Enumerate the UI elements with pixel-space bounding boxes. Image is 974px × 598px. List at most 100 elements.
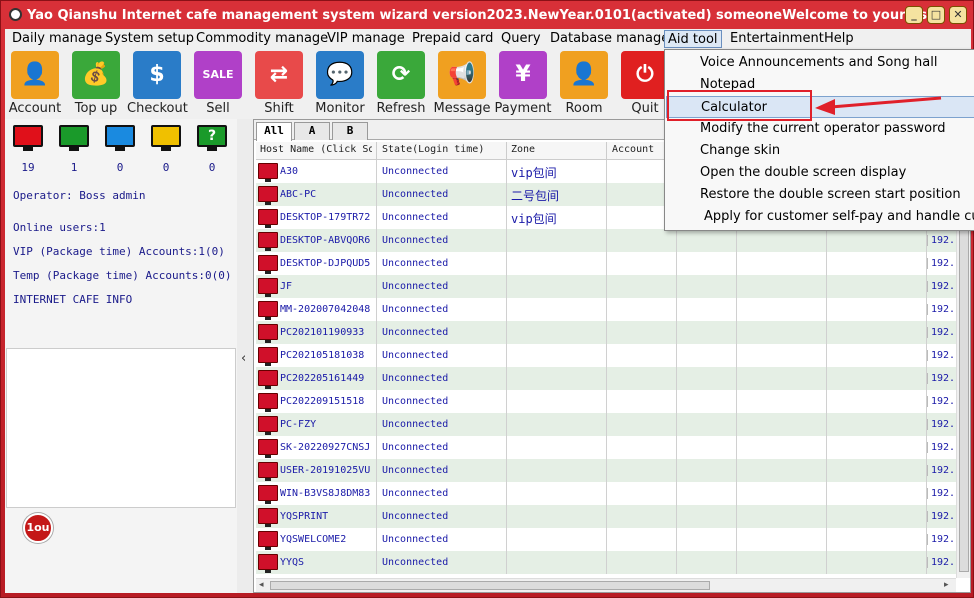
left-panel: Operator: Boss admin Online users:1 VIP … xyxy=(5,119,237,593)
col-host-name[interactable]: Host Name (Click Sort) xyxy=(260,144,372,155)
panel-splitter[interactable]: ‹ xyxy=(237,119,253,593)
menu-commodity-manage[interactable]: Commodity manage xyxy=(193,30,331,48)
status-monitor-icon[interactable] xyxy=(13,125,43,151)
toolbar-top-up-button[interactable]: 💰 Top up xyxy=(66,49,126,119)
computer-icon xyxy=(258,554,278,573)
minimize-button[interactable]: _ xyxy=(905,6,923,24)
ip-cell: 192. xyxy=(927,511,957,522)
table-row[interactable]: USER-20191025VU Unconnected 192. xyxy=(256,459,956,482)
menu-aid-tool[interactable]: Aid tool xyxy=(664,30,722,48)
state-cell: Unconnected xyxy=(382,235,449,246)
status-monitor-icon[interactable]: ? xyxy=(197,125,227,151)
zone-cell: vip包间 xyxy=(511,212,557,226)
close-button[interactable]: ✕ xyxy=(949,6,967,24)
ip-cell: 192. xyxy=(927,350,957,361)
toolbar-account-button[interactable]: 👤 Account xyxy=(5,49,65,119)
menu-database-manage[interactable]: Database manage xyxy=(547,30,672,48)
computer-icon xyxy=(258,439,278,458)
table-row[interactable]: PC202209151518 Unconnected 192. xyxy=(256,390,956,413)
status-count: 0 xyxy=(208,161,216,174)
table-row[interactable]: WIN-B3VS8J8DM83 Unconnected 192. xyxy=(256,482,956,505)
menu-vip-manage[interactable]: VIP manage xyxy=(324,30,408,48)
scroll-left-icon[interactable]: ◂ xyxy=(259,580,264,590)
toolbar-sell-button[interactable]: SALE Sell xyxy=(188,49,248,119)
host-name-cell: PC202105181038 xyxy=(280,350,365,361)
menu-item-change-skin[interactable]: Change skin xyxy=(666,140,974,162)
status-monitor-icon[interactable] xyxy=(59,125,89,151)
table-row[interactable]: DESKTOP-DJPQUD5 Unconnected 192. xyxy=(256,252,956,275)
state-cell: Unconnected xyxy=(382,557,449,568)
toolbar-refresh-button[interactable]: ⟳ Refresh xyxy=(371,49,431,119)
quit-icon: ⏻ xyxy=(621,51,669,99)
toolbar-message-button[interactable]: 📢 Message xyxy=(432,49,492,119)
state-cell: Unconnected xyxy=(382,396,449,407)
menu-item-voice-announcements-and-song-hall[interactable]: Voice Announcements and Song hall xyxy=(666,52,974,74)
cafe-info-text: INTERNET CAFE INFO xyxy=(13,293,133,306)
aid-tool-dropdown: Voice Announcements and Song hall Notepad… xyxy=(664,49,974,231)
table-row[interactable]: YQSPRINT Unconnected 192. xyxy=(256,505,956,528)
toolbar-checkout-button[interactable]: $ Checkout xyxy=(127,49,188,119)
status-monitor-icon[interactable] xyxy=(105,125,135,151)
menu-item-open-the-double-screen-display[interactable]: Open the double screen display xyxy=(666,162,974,184)
collapse-arrow-icon[interactable]: ‹ xyxy=(241,351,246,366)
computer-icon xyxy=(258,324,278,343)
status-panel: Operator: Boss admin Online users:1 VIP … xyxy=(5,119,237,347)
col-state[interactable]: State(Login time) xyxy=(382,144,504,155)
toolbar-label: Message xyxy=(433,101,491,116)
tab-b[interactable]: B xyxy=(332,122,368,140)
host-name-cell: YQSPRINT xyxy=(280,511,329,522)
table-row[interactable]: DESKTOP-ABVQOR6 Unconnected 192. xyxy=(256,229,956,252)
operator-text: Operator: Boss admin xyxy=(13,189,146,202)
table-row[interactable]: PC202105181038 Unconnected 192. xyxy=(256,344,956,367)
toolbar-room-button[interactable]: 👤 Room xyxy=(554,49,614,119)
ip-cell: 192. xyxy=(927,327,957,338)
table-row[interactable]: YQSWELCOME2 Unconnected 192. xyxy=(256,528,956,551)
horizontal-scrollbar[interactable]: ◂ ▸ xyxy=(256,578,956,592)
table-row[interactable]: SK-20220927CNSJ Unconnected 192. xyxy=(256,436,956,459)
menu-query[interactable]: Query xyxy=(498,30,544,48)
table-row[interactable]: PC202205161449 Unconnected 192. xyxy=(256,367,956,390)
highlight-box xyxy=(667,90,812,121)
table-row[interactable]: PC-FZY Unconnected 192. xyxy=(256,413,956,436)
menu-item-modify-the-current-operator-password[interactable]: Modify the current operator password xyxy=(666,118,974,140)
annotation-arrow-icon xyxy=(815,96,942,115)
tab-all[interactable]: All xyxy=(256,122,292,141)
table-row[interactable]: JF Unconnected 192. xyxy=(256,275,956,298)
ip-cell: 192. xyxy=(927,281,957,292)
menu-entertainment[interactable]: Entertainment xyxy=(727,30,827,48)
computer-icon xyxy=(258,462,278,481)
toolbar-label: Refresh xyxy=(376,101,426,116)
menu-help[interactable]: Help xyxy=(821,30,857,48)
state-cell: Unconnected xyxy=(382,189,449,200)
state-cell: Unconnected xyxy=(382,442,449,453)
toolbar-shift-button[interactable]: ⇄ Shift xyxy=(249,49,309,119)
status-monitor-icon[interactable] xyxy=(151,125,181,151)
host-name-cell: SK-20220927CNSJ xyxy=(280,442,371,453)
status-count: 0 xyxy=(116,161,124,174)
tab-a[interactable]: A xyxy=(294,122,330,140)
toolbar-payment-button[interactable]: ¥ Payment xyxy=(493,49,553,119)
menu-system-setup[interactable]: System setup xyxy=(102,30,197,48)
menu-item-restore-the-double-screen-start-position[interactable]: Restore the double screen start position xyxy=(666,184,974,206)
computer-icon xyxy=(258,209,278,228)
table-row[interactable]: YYQS Unconnected 192. xyxy=(256,551,956,574)
host-name-cell: PC-FZY xyxy=(280,419,317,430)
ip-cell: 192. xyxy=(927,235,957,246)
table-row[interactable]: MM-202007042048 Unconnected 192. xyxy=(256,298,956,321)
table-row[interactable]: PC202101190933 Unconnected 192. xyxy=(256,321,956,344)
menu-item-apply-for-customer-self-pay-and-handle-custom[interactable]: Apply for customer self-pay and handle c… xyxy=(666,206,974,228)
host-name-cell: PC202101190933 xyxy=(280,327,365,338)
ip-cell: 192. xyxy=(927,419,957,430)
toolbar-label: Monitor xyxy=(315,101,365,116)
menu-prepaid-card[interactable]: Prepaid card xyxy=(409,30,496,48)
app-window: Yao Qianshu Internet cafe management sys… xyxy=(0,0,974,598)
scroll-right-icon[interactable]: ▸ xyxy=(944,580,949,590)
maximize-button[interactable]: □ xyxy=(927,6,945,24)
toolbar-monitor-button[interactable]: 💬 Monitor xyxy=(310,49,370,119)
menu-daily-manage[interactable]: Daily manage xyxy=(9,30,105,48)
state-cell: Unconnected xyxy=(382,258,449,269)
computer-icon xyxy=(258,416,278,435)
state-cell: Unconnected xyxy=(382,419,449,430)
host-name-cell: DESKTOP-179TR72 xyxy=(280,212,371,223)
col-zone[interactable]: Zone xyxy=(511,144,603,155)
